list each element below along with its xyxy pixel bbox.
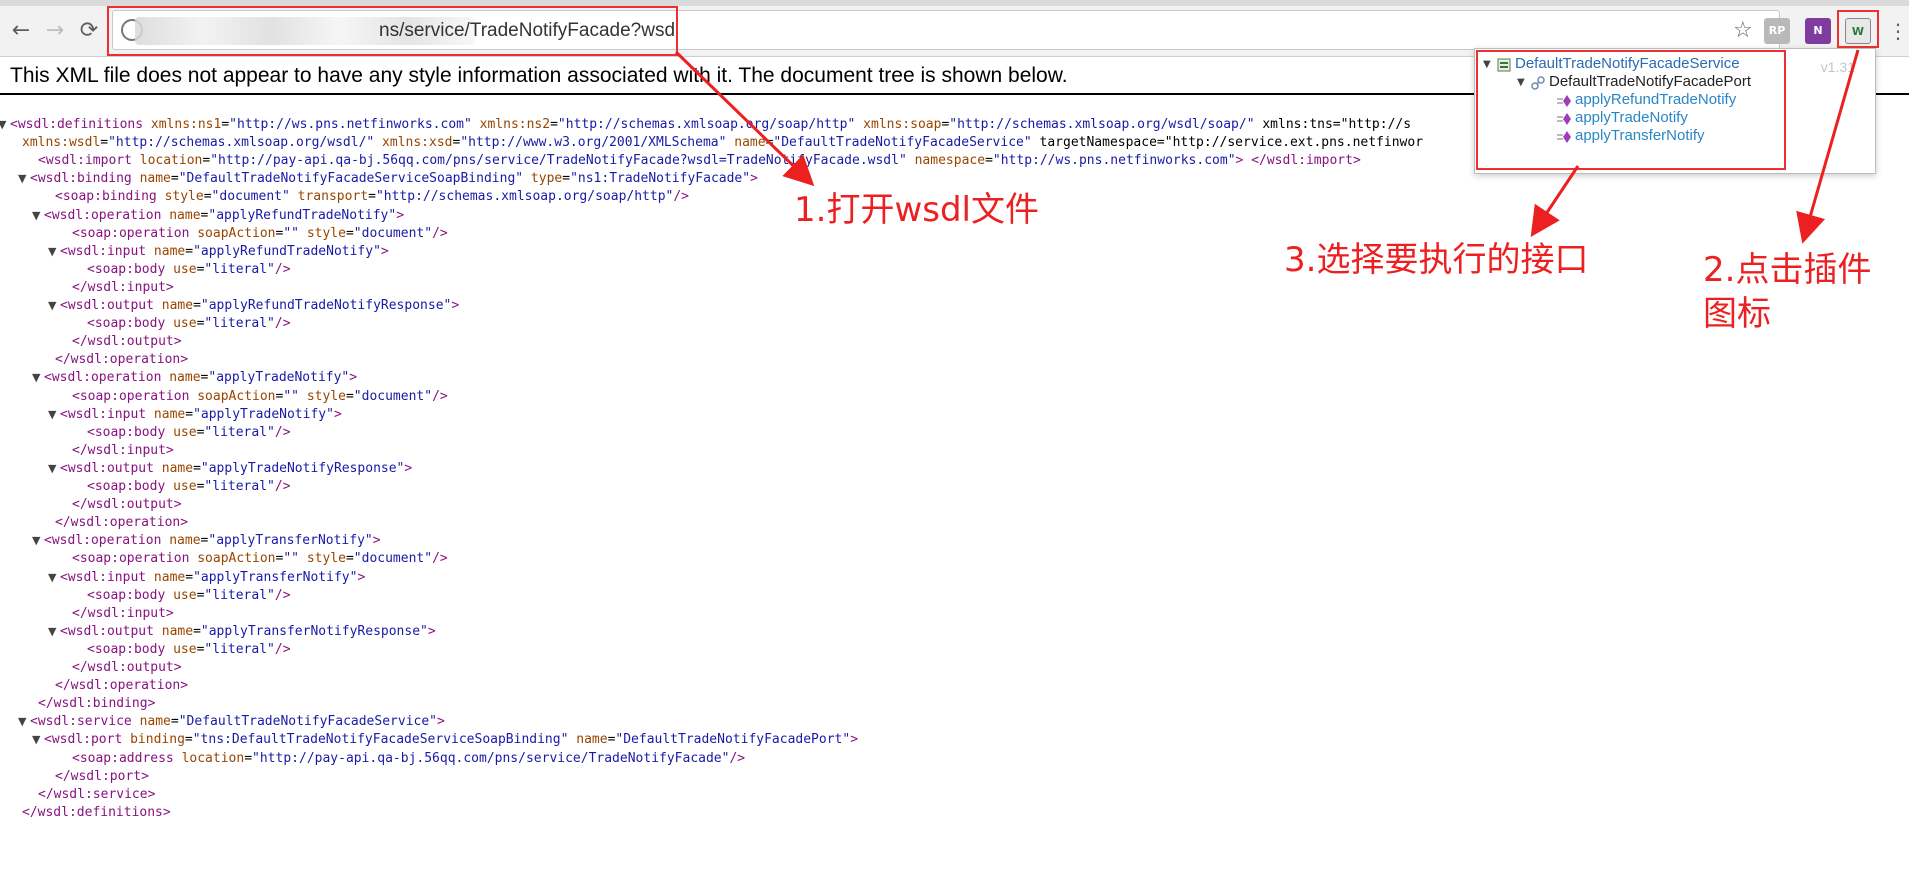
annotation-step2-line1: 2.点击插件 (1703, 250, 1872, 290)
annotation-step2-line2: 图标 (1703, 294, 1771, 334)
annotation-arrows (674, 49, 1860, 244)
arrow-step2 (1796, 49, 1860, 244)
arrow-step1 (674, 50, 815, 187)
annotation-step1: 1.打开wsdl文件 (794, 190, 1039, 230)
arrow-step3 (1530, 165, 1580, 237)
annotation-step3: 3.选择要执行的接口 (1284, 240, 1589, 280)
